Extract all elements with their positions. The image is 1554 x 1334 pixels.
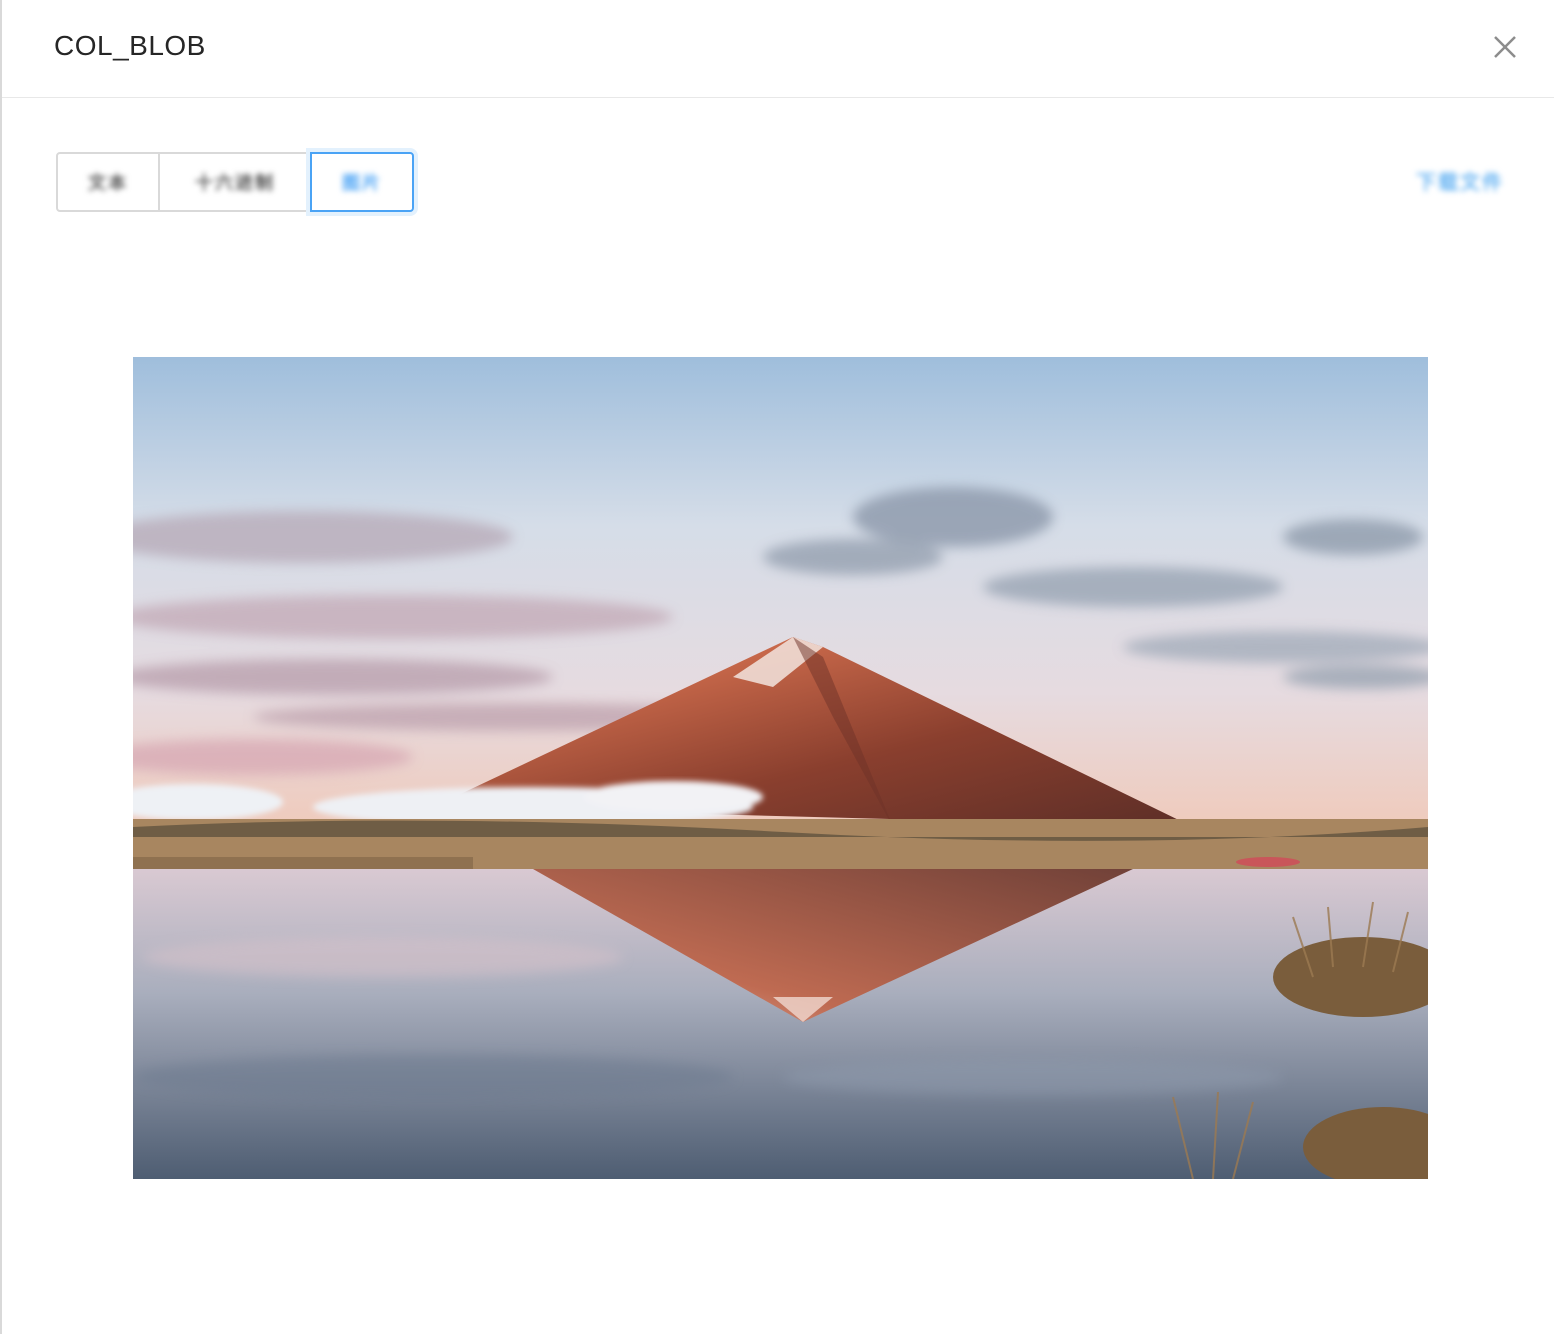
tab-text[interactable]: 文本 [56, 152, 160, 212]
blob-viewer-dialog: COL_BLOB 文本 十六进制 图片 下载文件 [0, 0, 1554, 1334]
tab-image-label: 图片 [342, 173, 382, 193]
tab-hex-label: 十六进制 [195, 173, 275, 193]
download-link[interactable]: 下载文件 [1416, 166, 1504, 195]
tab-image[interactable]: 图片 [310, 152, 414, 212]
tab-hex[interactable]: 十六进制 [158, 152, 312, 212]
dialog-title: COL_BLOB [54, 30, 206, 61]
close-icon[interactable] [1490, 32, 1520, 62]
blob-image-preview [133, 357, 1428, 1179]
dialog-header: COL_BLOB [2, 0, 1554, 98]
view-mode-tabs: 文本 十六进制 图片 [56, 152, 414, 212]
mountain-lake-image [133, 357, 1428, 1179]
tab-text-label: 文本 [88, 173, 128, 193]
